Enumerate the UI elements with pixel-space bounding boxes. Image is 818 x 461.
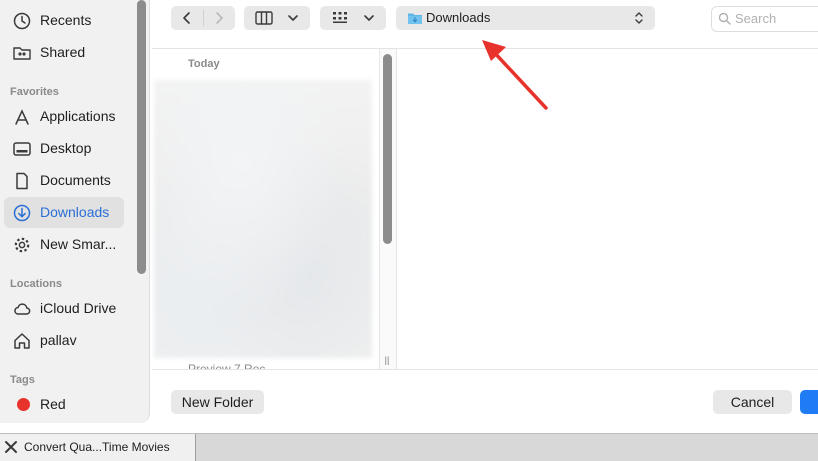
- sidebar-item-downloads[interactable]: Downloads: [4, 197, 124, 228]
- search-placeholder: Search: [735, 11, 777, 26]
- downloads-folder-icon: [408, 13, 422, 24]
- sidebar-item-recents[interactable]: Recents: [4, 5, 124, 36]
- locations-heading: Locations: [10, 278, 62, 290]
- new-folder-button[interactable]: New Folder: [171, 390, 264, 414]
- sidebar-item-label: pallav: [40, 332, 77, 348]
- gear-icon: [14, 237, 30, 253]
- column-scrollbar[interactable]: [383, 54, 392, 244]
- search-field[interactable]: Search: [711, 6, 818, 32]
- sidebar-item-desktop[interactable]: Desktop: [4, 133, 124, 164]
- group-grid-icon: [333, 12, 347, 23]
- cancel-button[interactable]: Cancel: [713, 390, 792, 414]
- sidebar-item-shared[interactable]: Shared: [4, 37, 124, 68]
- chevron-down-icon: [364, 15, 374, 21]
- sidebar-item-label: Red: [40, 396, 66, 412]
- red-tag-icon: [17, 398, 30, 411]
- footer-divider: [152, 369, 818, 370]
- file-dialog: Recents Shared Favorites Applications De…: [0, 0, 818, 433]
- home-icon: [14, 333, 30, 349]
- chevron-down-icon: [288, 15, 298, 21]
- sidebar-item-new-smart-folder[interactable]: New Smar...: [4, 229, 124, 260]
- tags-heading: Tags: [10, 374, 35, 386]
- sidebar-item-label: Shared: [40, 44, 86, 60]
- download-icon: [13, 204, 31, 222]
- sidebar-item-icloud-drive[interactable]: iCloud Drive: [4, 293, 124, 324]
- sidebar-item-label: Desktop: [40, 140, 92, 156]
- up-down-chevron-icon: [635, 12, 643, 24]
- column-resize-handle[interactable]: ||: [383, 354, 391, 366]
- clock-icon: [13, 12, 31, 30]
- column-header-today: Today: [188, 58, 220, 70]
- view-mode-button[interactable]: [244, 6, 310, 30]
- columns-view-icon: [255, 11, 273, 25]
- cloud-icon: [14, 303, 31, 315]
- sidebar-item-applications[interactable]: Applications: [4, 101, 124, 132]
- shared-folder-icon: [13, 47, 31, 60]
- sidebar-item-label: Documents: [40, 172, 111, 188]
- back-forward-buttons: [171, 6, 235, 30]
- applications-icon: [15, 109, 29, 125]
- location-popup-button[interactable]: Downloads: [396, 6, 655, 30]
- sidebar-item-tag-red[interactable]: Red: [4, 389, 124, 420]
- divider: [203, 10, 204, 26]
- sidebar-item-label: Downloads: [40, 204, 110, 220]
- search-icon: [718, 12, 731, 25]
- chevron-right-icon[interactable]: [212, 11, 226, 25]
- sidebar-item-label: iCloud Drive: [40, 300, 117, 316]
- sidebar-scrollbar[interactable]: [137, 0, 146, 274]
- group-by-button[interactable]: [320, 6, 386, 30]
- location-label: Downloads: [426, 10, 491, 25]
- desktop-icon: [13, 142, 31, 156]
- sidebar-item-label: Applications: [40, 108, 116, 124]
- sidebar-item-label: Recents: [40, 12, 92, 28]
- taskbar: Convert Qua...Time Movies: [0, 433, 818, 461]
- sidebar-item-pallav[interactable]: pallav: [4, 325, 124, 356]
- taskbar-item[interactable]: Convert Qua...Time Movies: [0, 434, 196, 461]
- sidebar-item-documents[interactable]: Documents: [4, 165, 124, 196]
- taskbar-item-label: Convert Qua...Time Movies: [24, 440, 170, 454]
- sidebar: Recents Shared Favorites Applications De…: [0, 0, 150, 423]
- open-button[interactable]: [800, 390, 818, 414]
- blurred-file-list: [154, 80, 372, 358]
- annotation-arrow-icon: [482, 40, 548, 110]
- chevron-left-icon[interactable]: [180, 11, 194, 25]
- tools-icon: [5, 441, 17, 453]
- sidebar-item-label: New Smar...: [40, 236, 117, 252]
- document-icon: [16, 172, 28, 190]
- favorites-heading: Favorites: [10, 86, 59, 98]
